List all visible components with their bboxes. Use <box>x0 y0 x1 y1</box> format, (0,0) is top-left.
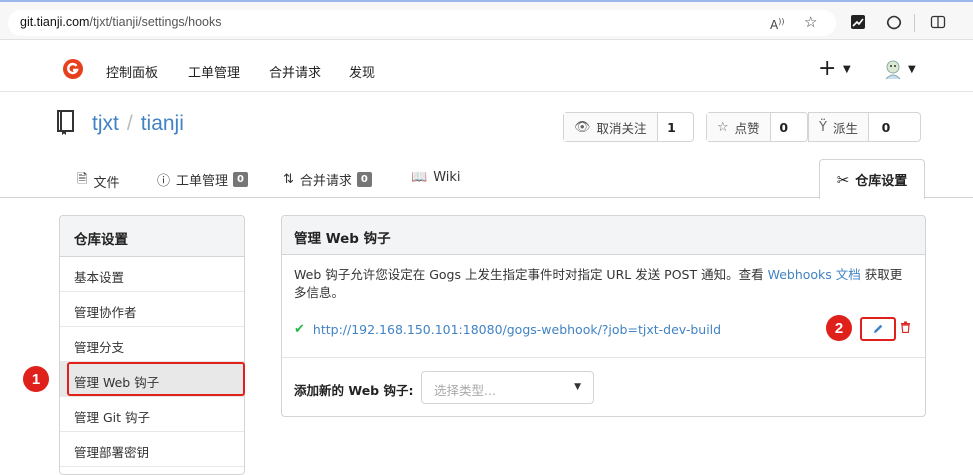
fork-count[interactable]: 0 <box>869 113 903 141</box>
add-webhook-label: 添加新的 Web 钩子: <box>294 383 414 398</box>
book-icon: 📖 <box>411 170 428 185</box>
nav-explore[interactable]: 发现 <box>349 62 375 81</box>
sidebar-header: 仓库设置 <box>60 216 244 257</box>
star-button[interactable]: ☆ 点赞 <box>707 113 771 141</box>
repo-owner-link[interactable]: tjxt <box>92 112 119 135</box>
sidebar-item-deploy-keys[interactable]: 管理部署密钥 <box>60 432 244 467</box>
watch-count[interactable]: 1 <box>658 113 686 141</box>
fork-button[interactable]: Ÿ 派生 <box>808 113 869 141</box>
select-placeholder: 选择类型... <box>434 383 496 398</box>
webhook-item: ✔ http://192.168.150.101:18080/gogs-webh… <box>294 322 721 337</box>
delete-webhook-button[interactable] <box>900 321 911 336</box>
step-marker-1: 1 <box>23 366 49 392</box>
check-icon: ✔ <box>294 322 305 337</box>
tab-pull-requests[interactable]: ⇅ 合并请求 0 <box>283 170 372 189</box>
issues-count-badge: 0 <box>233 172 248 187</box>
settings-sidebar: 仓库设置 基本设置 管理协作者 管理分支 管理 Web 钩子 管理 Git 钩子… <box>59 215 245 475</box>
copilot-icon[interactable] <box>886 14 902 33</box>
top-navigation: 控制面板 工单管理 合并请求 发现 + ▼ ▼ <box>0 48 973 92</box>
gogs-logo-icon[interactable] <box>62 58 84 80</box>
tools-icon: ✂ <box>836 170 850 189</box>
star-button-group: ☆ 点赞 0 <box>706 112 808 142</box>
address-bar[interactable]: git.tianji.com/tjxt/tianji/settings/hook… <box>8 10 836 36</box>
tab-files[interactable]: 🗎 文件 <box>77 170 119 192</box>
fork-icon: Ÿ <box>819 119 827 135</box>
create-new-button[interactable]: + <box>818 56 836 81</box>
avatar[interactable] <box>882 58 904 80</box>
git-pull-request-icon: ⇅ <box>283 172 294 187</box>
pr-count-badge: 0 <box>356 172 372 187</box>
pencil-icon <box>874 324 883 333</box>
webhooks-panel: 管理 Web 钩子 Web 钩子允许您设定在 Gogs 上发生指定事件时对指定 … <box>281 215 926 417</box>
step-marker-2: 2 <box>826 315 852 341</box>
eye-icon: 👁 <box>574 119 591 135</box>
sidebar-item-basic-settings[interactable]: 基本设置 <box>60 257 244 292</box>
unwatch-button[interactable]: 👁 取消关注 <box>564 113 658 141</box>
star-count[interactable]: 0 <box>771 113 797 141</box>
trash-icon <box>901 321 910 334</box>
tab-wiki[interactable]: 📖 Wiki <box>411 170 461 185</box>
nav-pull-requests[interactable]: 合并请求 <box>269 62 321 81</box>
chevron-down-icon[interactable]: ▼ <box>908 64 916 75</box>
repo-separator: / <box>126 112 133 135</box>
watch-button-group: 👁 取消关注 1 <box>563 112 694 142</box>
panel-title: 管理 Web 钩子 <box>282 216 925 255</box>
url-text: git.tianji.com/tjxt/tianji/settings/hook… <box>20 15 222 29</box>
toolbar-divider <box>914 14 915 32</box>
read-aloud-icon[interactable]: A)) <box>770 14 784 33</box>
split-screen-icon[interactable] <box>930 14 946 33</box>
nav-issues[interactable]: 工单管理 <box>188 62 240 81</box>
nav-dashboard[interactable]: 控制面板 <box>106 62 158 81</box>
panel-divider <box>282 357 925 358</box>
webhook-url-link[interactable]: http://192.168.150.101:18080/gogs-webhoo… <box>313 322 721 337</box>
edit-webhook-button[interactable] <box>860 317 896 341</box>
fork-button-group: Ÿ 派生 0 <box>808 112 921 142</box>
repo-title: tjxt / tianji <box>92 112 184 136</box>
caret-down-icon: ▼ <box>574 382 581 392</box>
chevron-down-icon[interactable]: ▼ <box>843 64 851 75</box>
file-text-icon: 🗎 <box>77 172 88 187</box>
star-icon: ☆ <box>717 119 729 135</box>
webhook-type-select[interactable]: 选择类型... ▼ <box>421 371 594 404</box>
sidebar-item-branches[interactable]: 管理分支 <box>60 327 244 362</box>
webhooks-highlight-box <box>67 362 245 396</box>
repo-name-link[interactable]: tianji <box>141 112 184 135</box>
extension-icon[interactable] <box>850 14 866 33</box>
repo-icon <box>57 110 74 135</box>
sidebar-item-collaborators[interactable]: 管理协作者 <box>60 292 244 327</box>
webhooks-docs-link[interactable]: Webhooks 文档 <box>768 267 861 282</box>
favorite-star-icon[interactable]: ☆ <box>804 14 817 30</box>
sidebar-item-git-hooks[interactable]: 管理 Git 钩子 <box>60 397 244 432</box>
tab-issues[interactable]: ⓘ 工单管理 0 <box>157 170 248 189</box>
browser-toolbar: git.tianji.com/tjxt/tianji/settings/hook… <box>0 0 973 40</box>
tab-settings[interactable]: ✂ 仓库设置 <box>819 159 925 199</box>
info-circle-icon: ⓘ <box>157 174 171 189</box>
webhooks-description: Web 钩子允许您设定在 Gogs 上发生指定事件时对指定 URL 发送 POS… <box>294 267 903 300</box>
